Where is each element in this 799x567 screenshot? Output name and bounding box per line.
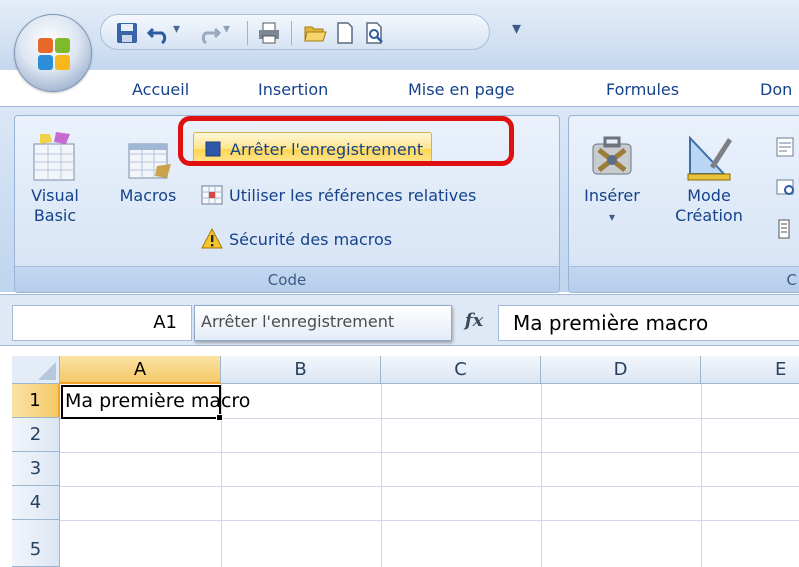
design-mode-icon [687, 135, 732, 181]
row-header-5[interactable]: 5 [12, 520, 60, 567]
redo-dropdown-icon[interactable]: ▾ [223, 21, 230, 37]
undo-dropdown-icon[interactable]: ▾ [173, 21, 180, 37]
print-icon[interactable] [257, 21, 281, 45]
tab-insertion[interactable]: Insertion [258, 80, 328, 99]
controls-group-title: C [569, 266, 799, 292]
qat-separator [291, 21, 292, 45]
view-code-icon[interactable] [775, 176, 797, 198]
toolbox-icon [592, 136, 632, 175]
stop-recording-button[interactable]: Arrêter l'enregistrement [193, 132, 433, 166]
visual-basic-label: Visual Basic [31, 186, 79, 225]
tooltip: Arrêter l'enregistrement [194, 305, 452, 341]
grid-line [381, 384, 382, 567]
tab-donnees[interactable]: Don [760, 80, 792, 99]
insert-function-icon[interactable]: fx [454, 307, 494, 339]
undo-icon[interactable] [147, 21, 171, 45]
tab-accueil[interactable]: Accueil [132, 80, 189, 99]
open-folder-icon[interactable] [303, 21, 327, 45]
tab-mise-en-page[interactable]: Mise en page [408, 80, 515, 99]
row-header-4[interactable]: 4 [12, 486, 60, 520]
row-header-1[interactable]: 1 [12, 384, 60, 418]
grid-line [60, 452, 799, 453]
row-header-2[interactable]: 2 [12, 418, 60, 452]
insert-dropdown-icon: ▾ [608, 210, 616, 224]
relative-references-button[interactable]: Utiliser les références relatives [201, 178, 476, 212]
relative-references-icon [201, 185, 223, 205]
run-dialog-icon[interactable] [775, 218, 797, 240]
code-group: Visual Basic Macros Arrêter l'enregistre… [14, 115, 560, 293]
column-header-a[interactable]: A [60, 356, 221, 384]
grid-line [60, 486, 799, 487]
macro-security-label: Sécurité des macros [229, 229, 393, 249]
grid-line [701, 384, 702, 567]
grid-line [60, 520, 799, 521]
code-group-title: Code [15, 266, 559, 292]
customize-qat-icon[interactable]: ▾ [512, 18, 521, 39]
grid-line [541, 384, 542, 567]
row-header-3[interactable]: 3 [12, 452, 60, 486]
column-header-b[interactable]: B [221, 356, 381, 384]
office-button[interactable] [14, 14, 92, 92]
macros-label: Macros [119, 186, 177, 205]
print-preview-icon[interactable] [363, 21, 387, 45]
title-bar: ▾ ▾ ▾ [0, 0, 799, 70]
cell-a1[interactable]: Ma première macro [61, 385, 250, 419]
properties-icon[interactable] [775, 136, 797, 158]
ribbon-tabs: Accueil Insertion Mise en page Formules … [0, 76, 799, 106]
column-header-d[interactable]: D [541, 356, 701, 384]
insert-control-label: Insérer [584, 186, 640, 205]
macro-security-button[interactable]: Sécurité des macros [201, 222, 392, 256]
stop-recording-label: Arrêter l'enregistrement [230, 139, 424, 159]
relative-references-label: Utiliser les références relatives [229, 185, 477, 205]
new-document-icon[interactable] [333, 21, 357, 45]
design-mode-button[interactable]: Mode Création [661, 130, 757, 226]
select-all-button[interactable] [12, 356, 60, 384]
tab-formules[interactable]: Formules [606, 80, 679, 99]
formula-bar: A1 Arrêter l'enregistrement fx Ma premiè… [0, 294, 799, 346]
office-logo-icon [38, 38, 70, 70]
qat-separator [247, 21, 248, 45]
controls-group: Insérer ▾ Mode Création C [568, 115, 799, 293]
visual-basic-button[interactable]: Visual Basic [25, 130, 85, 226]
column-header-c[interactable]: C [381, 356, 541, 384]
visual-basic-icon [33, 132, 75, 181]
design-mode-label: Mode Création [675, 186, 743, 225]
formula-input[interactable]: Ma première macro [498, 305, 799, 341]
ribbon: Visual Basic Macros Arrêter l'enregistre… [0, 106, 799, 293]
fill-handle[interactable] [216, 414, 223, 421]
redo-icon[interactable] [197, 21, 221, 45]
quick-access-toolbar: ▾ ▾ [100, 14, 490, 50]
macros-icon [128, 143, 171, 179]
warning-icon [201, 228, 223, 249]
column-header-e[interactable]: E [701, 356, 799, 384]
stop-square-icon [205, 141, 221, 157]
macros-button[interactable]: Macros [111, 130, 185, 206]
name-box[interactable]: A1 [12, 305, 192, 341]
save-icon[interactable] [115, 21, 139, 45]
insert-control-button[interactable]: Insérer ▾ [575, 130, 649, 227]
spreadsheet-grid: A B C D E 1 2 3 4 5 Ma première macro [0, 356, 799, 567]
